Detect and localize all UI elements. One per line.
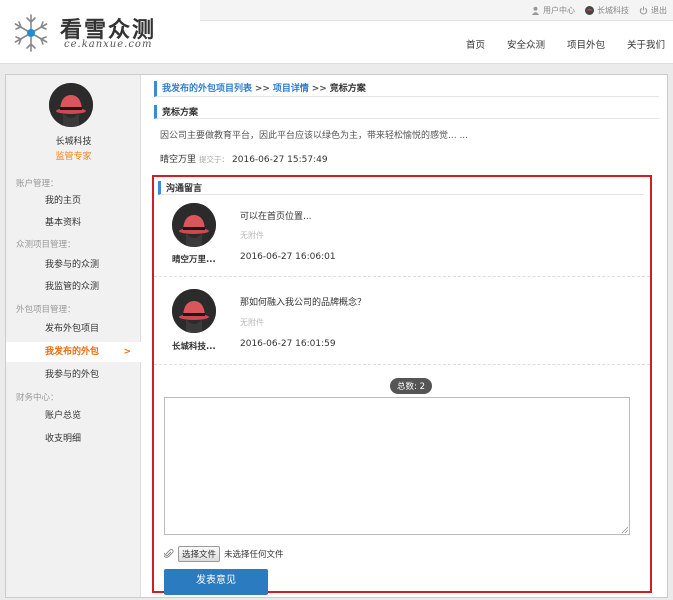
sidebar-username: 长城科技: [55, 137, 92, 147]
sidebar-group-outsourcing: 外包项目管理：: [16, 305, 76, 315]
avatar: [172, 289, 216, 333]
sidebar-item-transactions[interactable]: 收支明细: [6, 429, 141, 449]
sidebar-group-account: 账户管理：: [16, 179, 59, 189]
redhat-avatar-icon: [172, 203, 216, 247]
avatar: [172, 203, 216, 247]
header: 看雪众测 ce.kanxue.com 用户中心 长城科技 退出 首页 安全众测 …: [0, 0, 673, 64]
message-text: 那如何融入我公司的品牌概念？: [240, 298, 367, 308]
top-links: 用户中心 长城科技 退出: [531, 5, 667, 16]
sidebar-item-joined-outsourcing[interactable]: 我参与的外包: [6, 365, 141, 385]
submit-comment-button[interactable]: 发表意见: [164, 569, 268, 595]
communication-panel: 沟通留言 晴空万里... 可以在首页位置... 无附件 2016-06-27 1…: [152, 175, 652, 595]
main-nav: 首页 安全众测 项目外包 关于我们: [466, 37, 665, 51]
bid-meta: 晴空万里 提交于： 2016-06-27 15:57:49: [160, 152, 328, 165]
bid-submitted-time: 2016-06-27 15:57:49: [232, 155, 328, 165]
file-status: 未选择任何文件: [224, 550, 284, 560]
current-user-link[interactable]: 长城科技: [585, 5, 629, 16]
message-attachment: 无附件: [240, 318, 264, 327]
bid-section-title: 竞标方案: [154, 105, 659, 119]
active-arrow-icon: >: [123, 347, 131, 357]
nav-security-test[interactable]: 安全众测: [507, 37, 545, 51]
logo-subtitle: ce.kanxue.com: [64, 39, 153, 50]
snowflake-logo-icon[interactable]: [10, 12, 52, 54]
bid-submitted-label: 提交于：: [199, 155, 230, 164]
main-content: 我发布的外包项目列表 >> 项目详情 >> 竞标方案 竞标方案 因公司主要做教育…: [150, 75, 665, 597]
sidebar-group-crowdtest: 众测项目管理：: [16, 240, 76, 250]
user-avatar-small-icon: [585, 6, 594, 15]
sidebar-item-publish-outsourcing[interactable]: 发布外包项目: [6, 319, 141, 339]
list-item: 长城科技... 那如何融入我公司的品牌概念？ 无附件 2016-06-27 16…: [154, 277, 650, 365]
redhat-avatar-icon: [172, 289, 216, 333]
sidebar-item-my-published-outsourcing[interactable]: 我发布的外包 >: [6, 342, 141, 362]
message-time: 2016-06-27 16:01:59: [240, 339, 336, 349]
user-icon: [531, 6, 540, 15]
nav-outsourcing[interactable]: 项目外包: [567, 37, 605, 51]
sidebar-item-supervised-crowdtest[interactable]: 我监管的众测: [6, 277, 141, 297]
nav-home[interactable]: 首页: [466, 37, 485, 51]
sidebar-role: 监管专家: [55, 152, 92, 162]
bid-description: 因公司主要做教育平台，因此平台应该以绿色为主，带来轻松愉悦的感觉... ...: [160, 131, 469, 141]
sidebar-group-finance: 财务中心：: [16, 393, 59, 403]
sidebar-item-joined-crowdtest[interactable]: 我参与的众测: [6, 255, 141, 275]
redhat-avatar-icon: [49, 83, 93, 127]
comment-textarea[interactable]: [164, 397, 630, 535]
sidebar-item-my-home[interactable]: 我的主页: [6, 191, 141, 211]
message-author: 晴空万里...: [172, 255, 216, 265]
message-author: 长城科技...: [172, 342, 216, 352]
bid-author: 晴空万里: [160, 155, 197, 165]
breadcrumb-link-project-detail[interactable]: 项目详情: [273, 84, 309, 94]
message-attachment: 无附件: [240, 231, 264, 240]
resize-grip-icon[interactable]: [621, 526, 628, 533]
sidebar-item-basic-info[interactable]: 基本资料: [6, 213, 141, 233]
breadcrumb: 我发布的外包项目列表 >> 项目详情 >> 竞标方案: [154, 81, 659, 97]
nav-about[interactable]: 关于我们: [627, 37, 665, 51]
user-center-link[interactable]: 用户中心: [531, 5, 575, 16]
paperclip-icon: [164, 549, 174, 558]
avatar: [49, 83, 93, 127]
communication-title: 沟通留言: [158, 181, 644, 195]
sidebar-item-account-overview[interactable]: 账户总览: [6, 406, 141, 426]
sidebar: 长城科技 监管专家 账户管理： 我的主页 基本资料 众测项目管理： 我参与的众测…: [6, 75, 141, 597]
choose-file-button[interactable]: 选择文件: [178, 546, 221, 562]
list-item: 晴空万里... 可以在首页位置... 无附件 2016-06-27 16:06:…: [154, 199, 650, 277]
message-time: 2016-06-27 16:06:01: [240, 252, 336, 262]
breadcrumb-link-project-list[interactable]: 我发布的外包项目列表: [162, 84, 252, 94]
power-icon: [639, 6, 648, 15]
file-upload-row: 选择文件 未选择任何文件: [164, 546, 284, 562]
message-text: 可以在首页位置...: [240, 212, 312, 222]
total-count-badge: 总数: 2: [390, 378, 432, 394]
logout-link[interactable]: 退出: [639, 5, 667, 16]
content-container: 长城科技 监管专家 账户管理： 我的主页 基本资料 众测项目管理： 我参与的众测…: [5, 74, 668, 598]
breadcrumb-current: 竞标方案: [329, 84, 366, 94]
